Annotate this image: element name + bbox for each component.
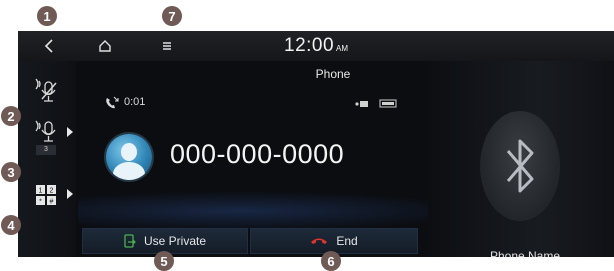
back-button[interactable] xyxy=(40,36,60,56)
end-call-label: End xyxy=(336,234,358,248)
callout-2: 2 xyxy=(1,106,21,126)
svg-text:#: # xyxy=(50,199,54,206)
device-panel: Phone Name xyxy=(428,61,614,257)
side-controls: 3 1 2 * # xyxy=(18,61,76,257)
callout-5: 5 xyxy=(154,251,174,271)
back-icon xyxy=(44,39,53,53)
callout-1: 1 xyxy=(37,6,57,26)
call-incoming-icon xyxy=(106,96,119,109)
callout-4: 4 xyxy=(1,215,21,235)
avatar-body xyxy=(113,162,145,180)
keypad-button[interactable]: 1 2 * # xyxy=(30,181,62,211)
phone-to-car-icon xyxy=(124,234,136,248)
callout-3: 3 xyxy=(1,162,21,182)
mute-mic-button[interactable] xyxy=(30,77,62,107)
background-glow xyxy=(78,191,478,231)
battery-icon xyxy=(379,99,397,108)
status-icons xyxy=(355,99,397,108)
mic-mute-icon xyxy=(35,78,57,102)
callout-6: 6 xyxy=(321,251,341,271)
clock: 12:00 AM xyxy=(284,35,348,57)
svg-text:1: 1 xyxy=(39,188,43,195)
mic-volume-expand-arrow[interactable] xyxy=(67,127,73,137)
use-private-label: Use Private xyxy=(143,234,207,248)
svg-text:2: 2 xyxy=(50,188,54,195)
phone-call-screen: 12:00 AM Phone 3 1 2 * # 0:01 000-000-00… xyxy=(18,31,614,257)
avatar-head xyxy=(121,143,137,161)
phone-number: 000-000-0000 xyxy=(170,139,345,169)
callout-7: 7 xyxy=(162,6,182,26)
keypad-icon: 1 2 * # xyxy=(36,185,56,206)
signal-icon xyxy=(355,101,368,107)
top-bar: 12:00 AM xyxy=(18,31,614,61)
mic-volume-value: 3 xyxy=(44,146,48,153)
mic-volume-level: 3 xyxy=(36,145,56,155)
svg-text:*: * xyxy=(39,199,42,206)
home-icon xyxy=(99,40,111,52)
end-call-icon xyxy=(311,238,328,244)
menu-icon xyxy=(163,42,171,50)
bluetooth-emblem xyxy=(480,111,560,221)
mic-volume-button[interactable]: 3 xyxy=(30,119,62,157)
call-duration: 0:01 xyxy=(124,96,146,108)
end-call-button[interactable]: End xyxy=(250,228,418,254)
mic-volume-icon xyxy=(35,120,56,142)
clock-ampm: AM xyxy=(336,44,349,53)
home-button[interactable] xyxy=(96,37,114,55)
device-name: Phone Name xyxy=(489,249,561,257)
menu-button[interactable] xyxy=(158,37,176,55)
page-title: Phone xyxy=(315,67,351,81)
bluetooth-icon xyxy=(506,139,534,193)
clock-time: 12:00 xyxy=(284,35,335,56)
keypad-expand-arrow[interactable] xyxy=(67,189,73,199)
contact-avatar xyxy=(106,134,152,180)
